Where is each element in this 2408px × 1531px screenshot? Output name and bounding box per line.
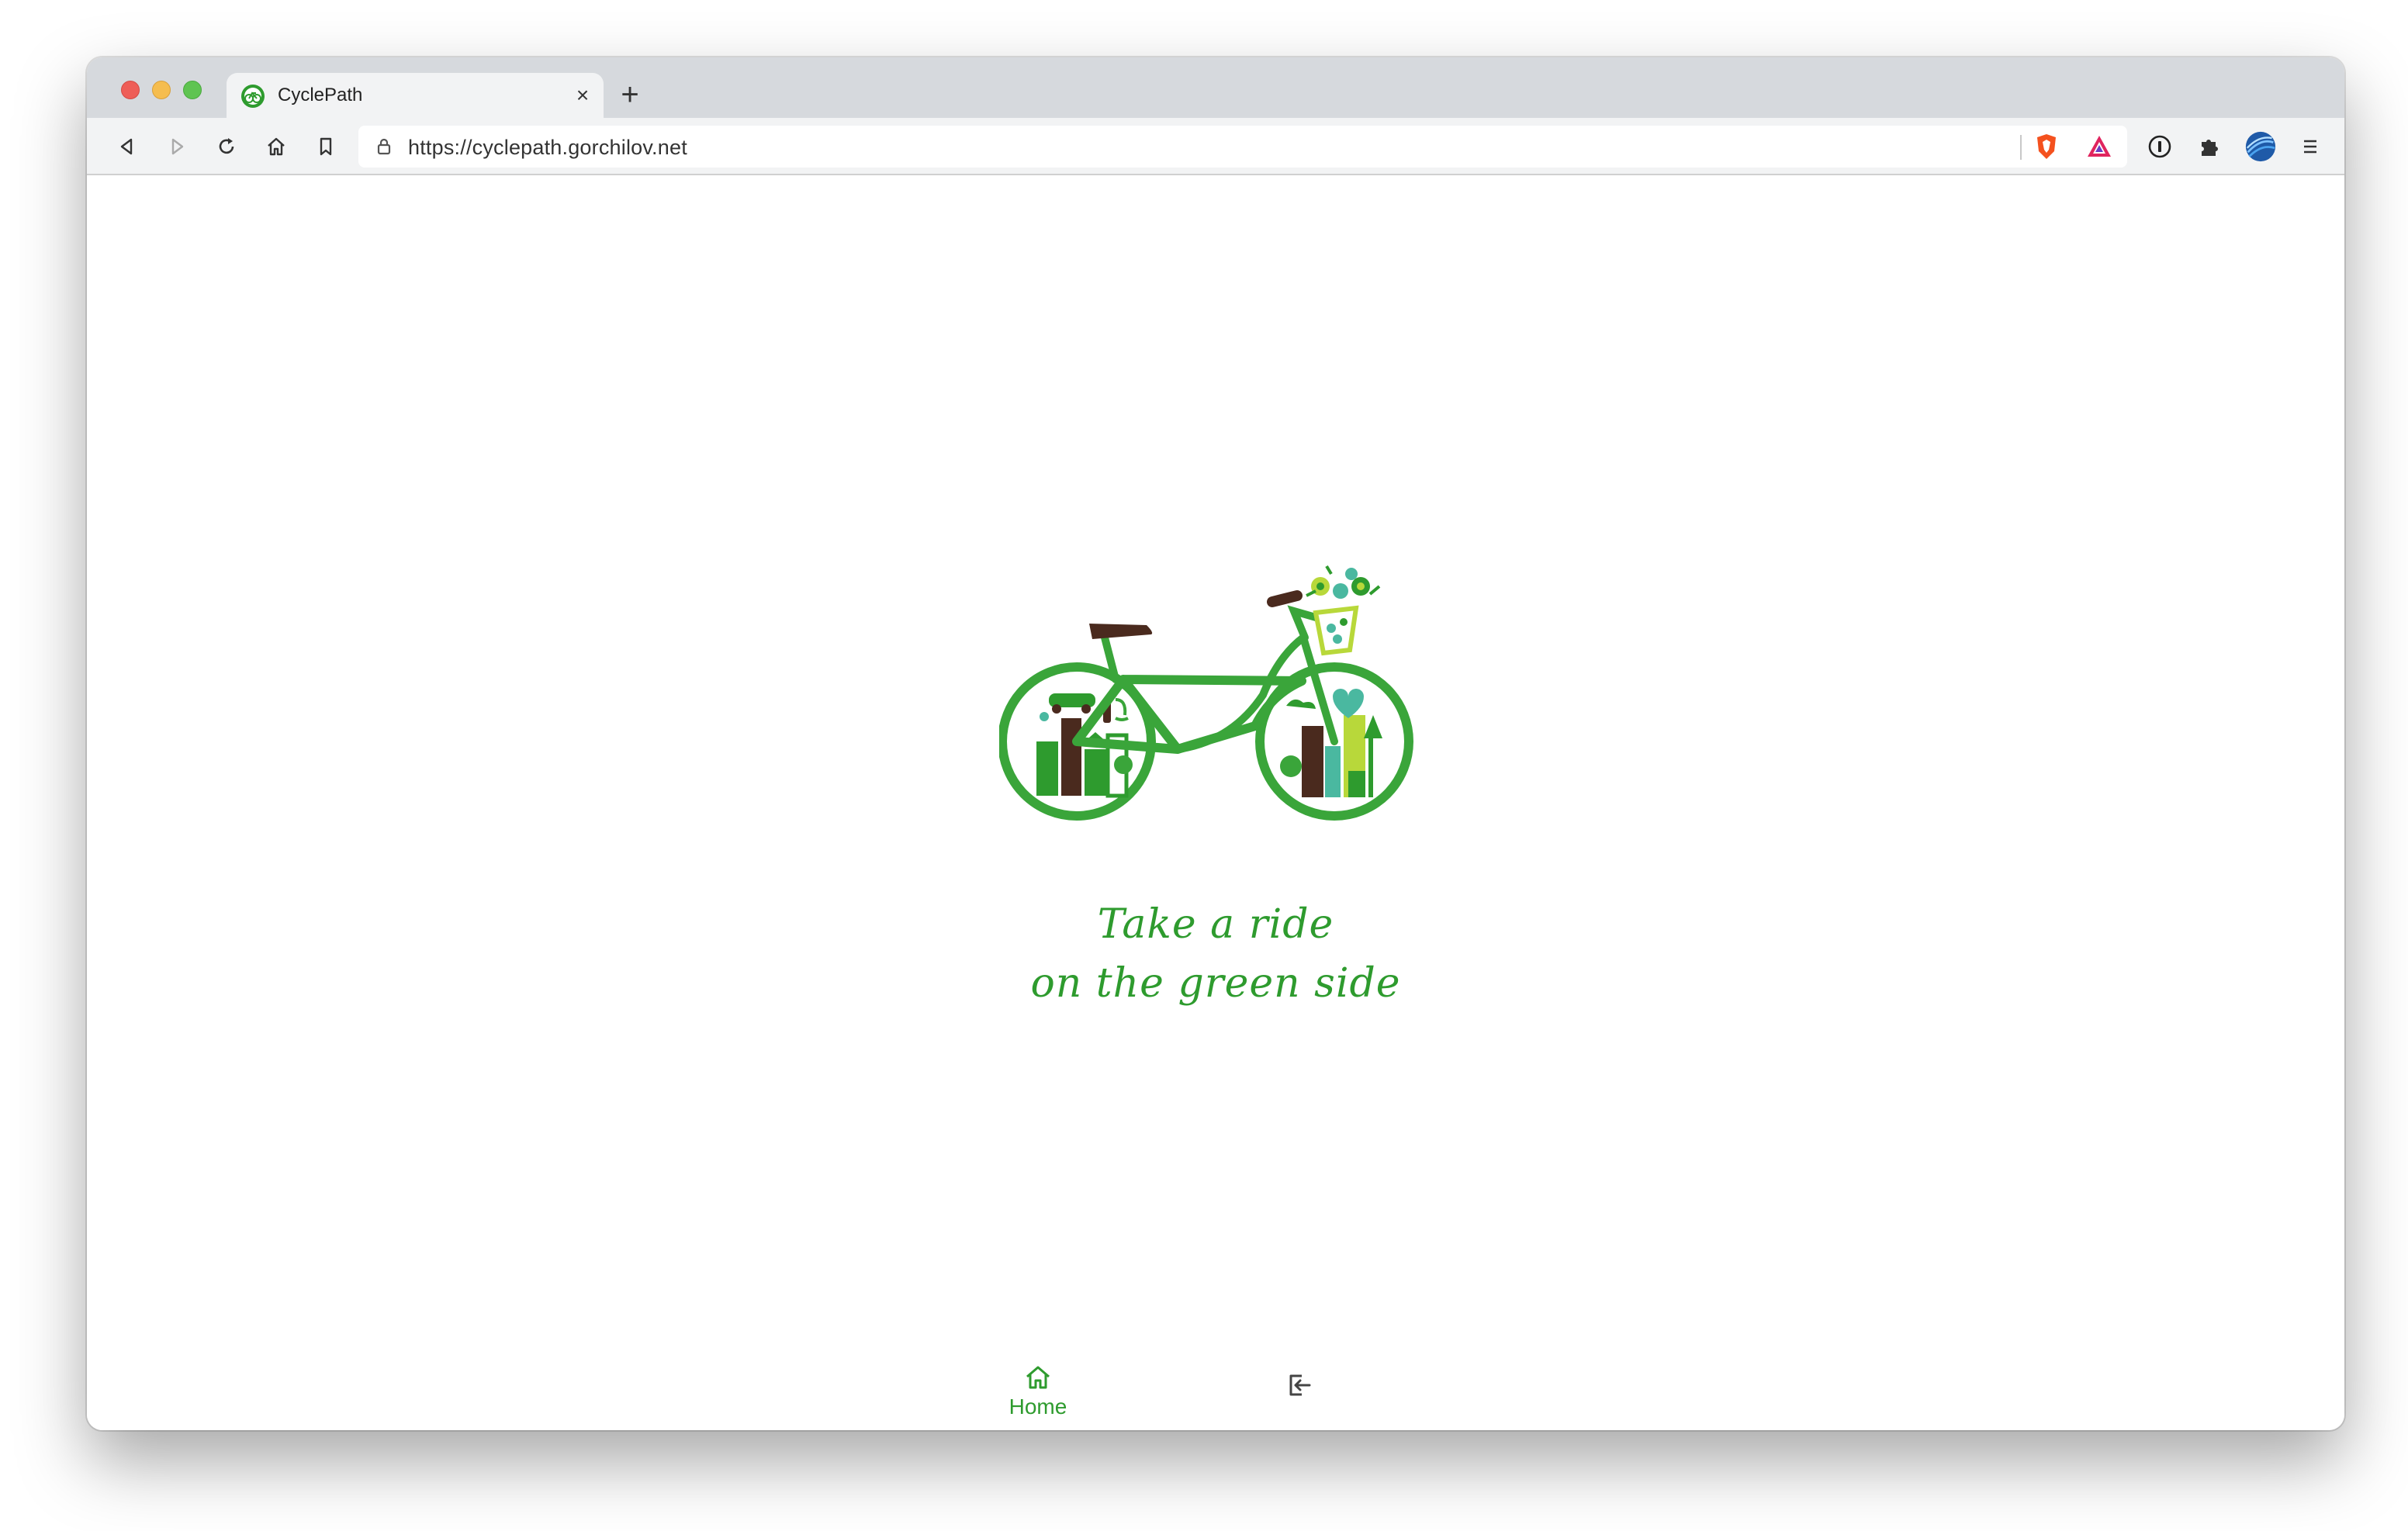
back-button[interactable] [112, 131, 143, 162]
tab-cyclepath[interactable]: CyclePath × [227, 73, 604, 118]
url-divider [2020, 135, 2022, 160]
page-content: Take a ride on the green side Home [87, 175, 2344, 1430]
tagline-line-1: Take a ride [1097, 901, 1334, 948]
screenshot-stage: CyclePath × + https://cyclepath.gorchilo… [0, 0, 2408, 1531]
browser-toolbar: https://cyclepath.gorchilov.net [87, 118, 2344, 175]
bookmark-button[interactable] [310, 131, 341, 162]
password-manager-button[interactable] [2144, 131, 2175, 162]
browser-window: CyclePath × + https://cyclepath.gorchilo… [87, 57, 2344, 1430]
forward-icon [171, 138, 184, 155]
bottom-navigation: Home [87, 1362, 2344, 1430]
menu-button[interactable] [2295, 131, 2326, 162]
brave-rewards-button[interactable] [2084, 131, 2115, 162]
home-icon [268, 137, 285, 156]
bookmark-icon [320, 137, 332, 156]
nav-home[interactable]: Home [991, 1362, 1085, 1424]
url-text[interactable]: https://cyclepath.gorchilov.net [408, 136, 687, 160]
forward-button[interactable] [161, 131, 192, 162]
reload-button[interactable] [211, 131, 242, 162]
extensions-icon [2202, 140, 2218, 156]
tab-title: CyclePath [278, 85, 363, 105]
new-tab-button[interactable]: + [611, 76, 649, 113]
back-icon [120, 138, 133, 155]
nav-home-label: Home [1009, 1394, 1067, 1419]
login-icon [1289, 1374, 1311, 1396]
address-bar[interactable]: https://cyclepath.gorchilov.net [358, 126, 2127, 168]
brave-rewards-icon [2088, 136, 2111, 157]
cyclepath-logo-icon [241, 85, 265, 108]
lock-icon [377, 138, 391, 155]
reload-icon [219, 138, 234, 154]
tagline-line-2: on the green side [1030, 960, 1401, 1007]
menu-icon [2304, 140, 2316, 154]
minimize-window-button[interactable] [152, 81, 171, 99]
nav-login[interactable] [1252, 1362, 1345, 1424]
home-icon [1026, 1366, 1050, 1389]
home-button[interactable] [261, 131, 292, 162]
tab-close-button[interactable]: × [569, 82, 596, 109]
brave-shields-button[interactable] [2031, 131, 2062, 162]
extensions-button[interactable] [2194, 131, 2225, 162]
brave-shields-icon [2037, 134, 2056, 159]
close-window-button[interactable] [121, 81, 140, 99]
tab-strip: CyclePath × + [87, 57, 2344, 118]
green-bicycle-illustration [999, 565, 1413, 821]
password-manager-icon [2148, 135, 2171, 158]
zoom-window-button[interactable] [183, 81, 202, 99]
profile-button[interactable] [2245, 131, 2276, 162]
profile-avatar-icon [2245, 131, 2276, 162]
